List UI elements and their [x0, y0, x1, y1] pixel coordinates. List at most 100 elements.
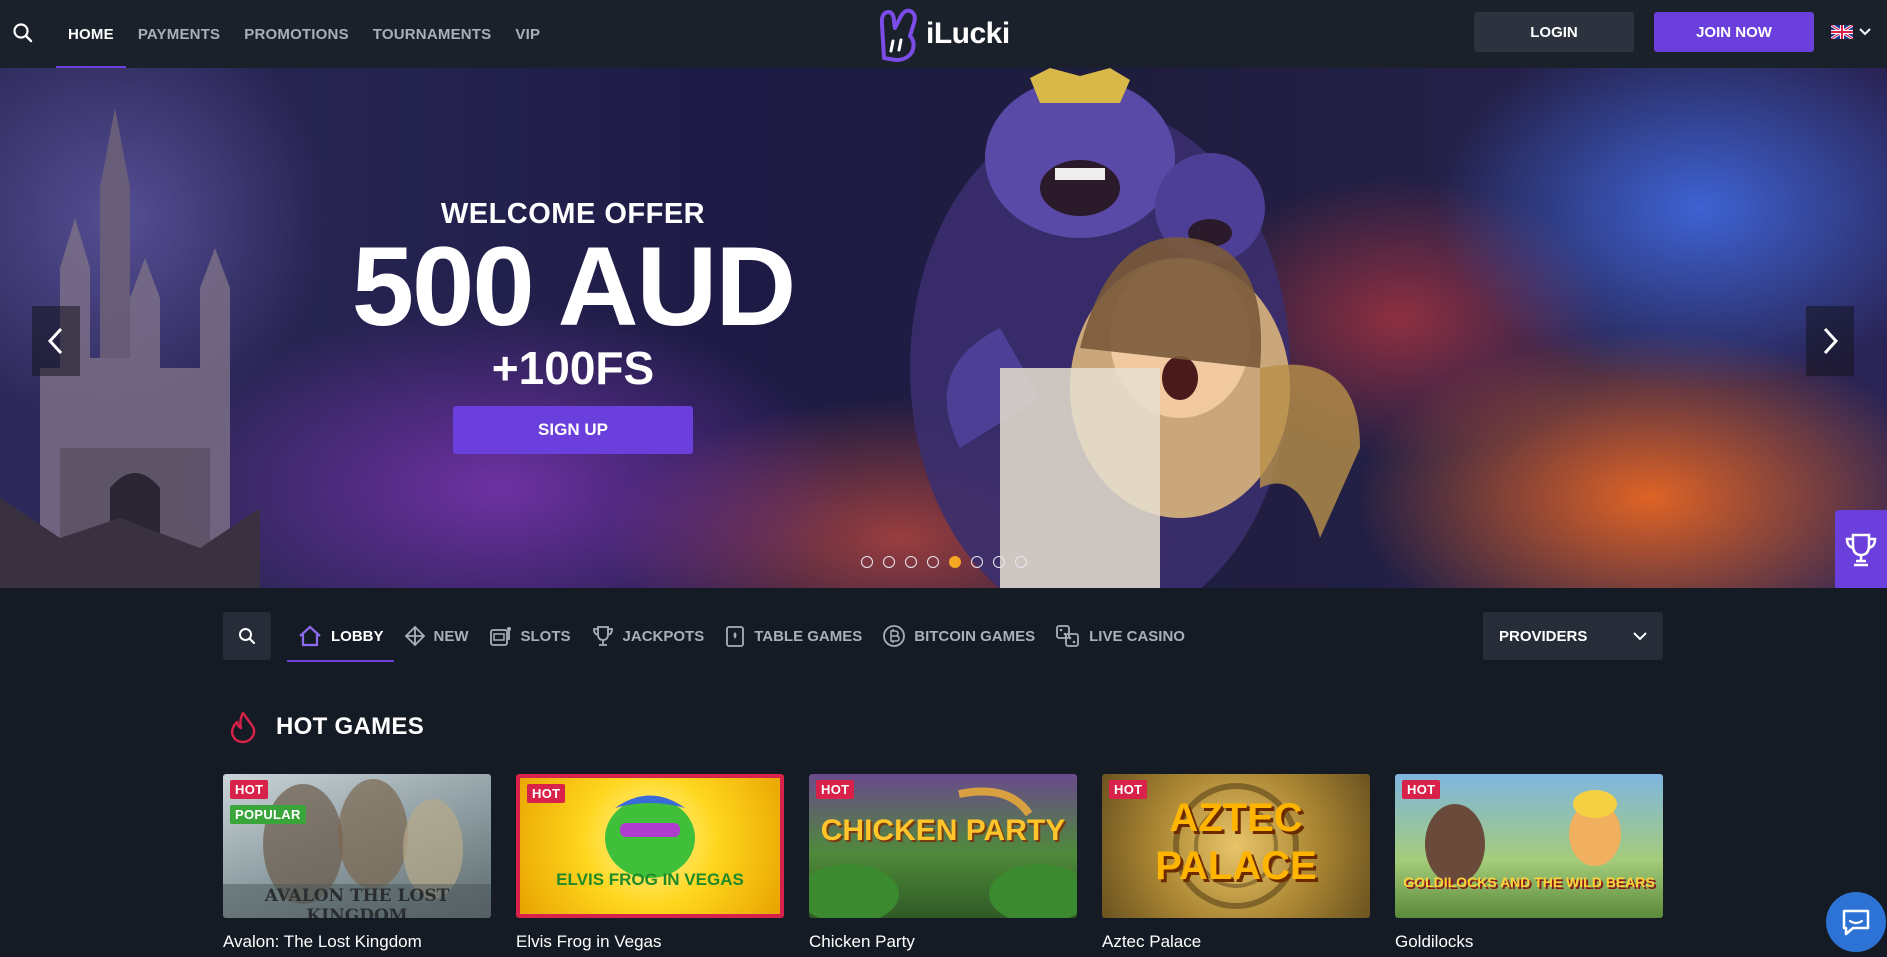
- chevron-left-icon: [47, 327, 63, 355]
- game-thumbnail[interactable]: ELVIS FROG IN VEGAS HOT: [516, 774, 784, 918]
- carousel-dot[interactable]: [927, 556, 939, 568]
- badge-group: HOT: [527, 784, 566, 803]
- tab-label: BITCOIN GAMES: [914, 627, 1036, 645]
- tab-label: LOBBY: [331, 627, 384, 645]
- game-name[interactable]: Aztec Palace: [1102, 932, 1370, 952]
- language-selector[interactable]: [1831, 22, 1877, 42]
- carousel-dots: [861, 556, 1027, 568]
- game-thumbnail[interactable]: CHICKEN PARTY HOT: [809, 774, 1077, 918]
- chevron-down-icon: [1633, 631, 1647, 640]
- carousel-dot[interactable]: [861, 556, 873, 568]
- game-name[interactable]: Elvis Frog in Vegas: [516, 932, 784, 952]
- home-icon: [299, 625, 321, 647]
- search-icon[interactable]: [10, 20, 36, 46]
- chevron-right-icon: [1823, 327, 1839, 355]
- tab-slots[interactable]: SLOTS: [479, 612, 581, 660]
- sign-up-button[interactable]: SIGN UP: [453, 406, 693, 454]
- carousel-dot[interactable]: [1015, 556, 1027, 568]
- logo-rabbit-icon: [879, 8, 917, 62]
- offer-free-spins: +100FS: [491, 342, 655, 394]
- providers-dropdown[interactable]: PROVIDERS: [1483, 612, 1663, 660]
- logo-text: iLucki: [926, 17, 1010, 50]
- tab-live-casino[interactable]: LIVE CASINO: [1045, 612, 1195, 660]
- dice-icon: [1056, 625, 1080, 647]
- popular-badge: POPULAR: [230, 805, 306, 824]
- game-thumbnail[interactable]: AZTEC PALACE HOT: [1102, 774, 1370, 918]
- hot-games-list: AVALON THE LOST KINGDOM HOT POPULAR Aval…: [223, 774, 1663, 952]
- flame-icon: [230, 711, 256, 744]
- nav-promotions[interactable]: PROMOTIONS: [232, 0, 361, 68]
- tab-table-games[interactable]: TABLE GAMES: [714, 612, 872, 660]
- game-card[interactable]: CHICKEN PARTY HOT Chicken Party: [809, 774, 1077, 952]
- game-name[interactable]: Goldilocks: [1395, 932, 1663, 952]
- tab-bitcoin-games[interactable]: BITCOIN GAMES: [872, 612, 1045, 660]
- carousel-dot[interactable]: [971, 556, 983, 568]
- hot-badge: HOT: [230, 780, 269, 799]
- game-card[interactable]: ELVIS FROG IN VEGAS HOT Elvis Frog in Ve…: [516, 774, 784, 952]
- cards-icon: [726, 626, 745, 647]
- section-title: HOT GAMES: [276, 713, 425, 740]
- game-thumb-title: AVALON THE LOST KINGDOM: [264, 886, 450, 918]
- badge-group: HOT POPULAR: [230, 780, 306, 824]
- game-card[interactable]: AZTEC PALACE HOT Aztec Palace: [1102, 774, 1370, 952]
- hot-badge: HOT: [816, 780, 855, 799]
- game-thumbnail[interactable]: GOLDILOCKS AND THE WILD BEARS HOT: [1395, 774, 1663, 918]
- slot-machine-icon: [489, 627, 511, 646]
- main-nav: HOME PAYMENTS PROMOTIONS TOURNAMENTS VIP: [56, 0, 552, 68]
- chevron-down-icon: [1859, 28, 1871, 36]
- hot-badge: HOT: [1109, 780, 1148, 799]
- nav-tournaments[interactable]: TOURNAMENTS: [361, 0, 504, 68]
- tab-label: NEW: [433, 627, 469, 645]
- badge-group: HOT: [816, 780, 855, 799]
- welcome-offer: WELCOME OFFER 500 AUD +100FS: [300, 198, 846, 395]
- game-thumb-title: CHICKEN PARTY: [820, 814, 1066, 847]
- trophy-icon: [592, 626, 613, 646]
- nav-home[interactable]: HOME: [56, 0, 126, 68]
- offer-amount: 500 AUD: [351, 224, 796, 349]
- carousel-prev-button[interactable]: [32, 306, 80, 376]
- carousel-dot[interactable]: [949, 556, 961, 568]
- hot-badge: HOT: [527, 784, 566, 803]
- bitcoin-icon: [883, 625, 906, 647]
- chat-bubble-icon: [1842, 909, 1870, 936]
- providers-label: PROVIDERS: [1499, 627, 1588, 645]
- game-thumb-title: ELVIS FROG IN VEGAS: [556, 870, 744, 889]
- tab-label: JACKPOTS: [622, 627, 705, 645]
- uk-flag-icon: [1831, 25, 1853, 39]
- tab-jackpots[interactable]: JACKPOTS: [581, 612, 715, 660]
- tab-new[interactable]: NEW: [394, 612, 479, 660]
- hot-badge: HOT: [1402, 780, 1441, 799]
- live-chat-button[interactable]: [1826, 892, 1886, 952]
- badge-group: HOT: [1402, 780, 1441, 799]
- tab-label: SLOTS: [520, 627, 571, 645]
- tournaments-side-tab[interactable]: [1835, 510, 1887, 588]
- tab-lobby[interactable]: LOBBY: [287, 612, 394, 662]
- carousel-dot[interactable]: [883, 556, 895, 568]
- tab-label: TABLE GAMES: [754, 627, 863, 645]
- carousel-dot[interactable]: [993, 556, 1005, 568]
- badge-group: HOT: [1109, 780, 1148, 799]
- game-name[interactable]: Chicken Party: [809, 932, 1077, 952]
- tab-label: LIVE CASINO: [1089, 627, 1185, 645]
- hero-banner: WELCOME OFFER 500 AUD +100FS SIGN UP: [0, 68, 1887, 588]
- join-now-button[interactable]: JOIN NOW: [1654, 12, 1814, 52]
- site-logo[interactable]: iLucki: [876, 4, 1010, 64]
- hot-games-heading: HOT GAMES: [226, 710, 424, 744]
- game-thumbnail[interactable]: AVALON THE LOST KINGDOM HOT POPULAR: [223, 774, 491, 918]
- nav-payments[interactable]: PAYMENTS: [126, 0, 232, 68]
- game-name[interactable]: Avalon: The Lost Kingdom: [223, 932, 491, 952]
- game-thumb-title: GOLDILOCKS AND THE WILD BEARS: [1403, 874, 1655, 890]
- game-card[interactable]: GOLDILOCKS AND THE WILD BEARS HOT Goldil…: [1395, 774, 1663, 952]
- login-button[interactable]: LOGIN: [1474, 12, 1634, 52]
- search-icon: [239, 628, 256, 645]
- diamond-icon: [404, 625, 425, 647]
- game-search-button[interactable]: [223, 612, 271, 660]
- carousel-dot[interactable]: [905, 556, 917, 568]
- trophy-icon: [1845, 533, 1877, 567]
- carousel-next-button[interactable]: [1806, 306, 1854, 376]
- top-header: HOME PAYMENTS PROMOTIONS TOURNAMENTS VIP…: [0, 0, 1887, 68]
- category-tabs: LOBBY NEW SLOTS JACKPOTS TABLE GAMES BIT…: [287, 612, 1195, 662]
- characters-illustration: [910, 68, 1360, 588]
- nav-vip[interactable]: VIP: [503, 0, 552, 68]
- game-card[interactable]: AVALON THE LOST KINGDOM HOT POPULAR Aval…: [223, 774, 491, 952]
